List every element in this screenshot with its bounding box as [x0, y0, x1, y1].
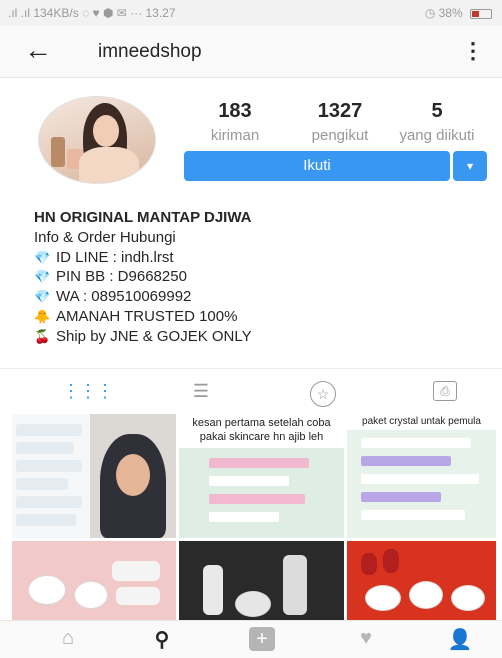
bio-line-text: PIN BB : D9668250 [56, 268, 187, 286]
plus-icon: + [249, 627, 275, 651]
bio-line-shipping: 🍒 Ship by JNE & GOJEK ONLY [34, 327, 474, 347]
chat-bubble [209, 512, 279, 522]
stat-following-label: yang diikuti [399, 127, 475, 144]
product-bottle [283, 555, 307, 615]
profile-bio: HN ORIGINAL MANTAP DJIWA Info & Order Hu… [34, 208, 474, 347]
post-thumbnail[interactable] [347, 541, 496, 621]
bottom-navigation: ⌂ ⚲ + ♥ 👤 [0, 620, 502, 658]
bio-line-text: Ship by JNE & GOJEK ONLY [56, 327, 252, 345]
tag-portrait-icon: ⎙ [433, 381, 457, 401]
profile-icon[interactable]: 👤 [442, 627, 478, 655]
product-jar [365, 585, 401, 611]
avatar-face [93, 115, 119, 147]
chat-bubble [16, 514, 76, 526]
battery-icon [470, 8, 492, 19]
chat-bubble [361, 474, 479, 484]
product-jar [74, 581, 108, 609]
gem-icon: 💎 [34, 249, 51, 265]
profile-stats: 183 kiriman 1327 pengikut 5 yang diikuti [196, 100, 492, 150]
product-bottle [383, 549, 399, 573]
product-bottle [203, 565, 223, 615]
chat-bubble [361, 492, 441, 502]
customer-selfie [90, 414, 176, 538]
chick-icon: 🐥 [34, 308, 51, 324]
bio-line-info: Info & Order Hubungi [34, 228, 474, 248]
bio-line-text: WA : 089510069992 [56, 288, 192, 306]
selfie-face [116, 454, 150, 496]
post-caption: paket crystal untak pemula [347, 414, 496, 430]
stat-followers-count: 1327 [317, 100, 363, 122]
stat-posts-count: 183 [218, 100, 252, 122]
stat-following-count: 5 [431, 100, 443, 122]
bio-line-pin-bb: 💎 PIN BB : D9668250 [34, 267, 474, 287]
product-jar [28, 575, 66, 605]
search-icon[interactable]: ⚲ [144, 627, 180, 655]
product-tube [116, 587, 160, 605]
avatar-shoulders [79, 147, 139, 183]
gem-icon: 💎 [34, 289, 51, 305]
post-thumbnail[interactable] [12, 414, 176, 538]
post-caption: kesan pertama setelah coba pakai skincar… [179, 414, 344, 448]
profile-username: imneedshop [98, 41, 202, 62]
stat-followers[interactable]: 1327 pengikut [294, 100, 386, 144]
cherry-icon: 🍒 [34, 328, 51, 344]
more-options-icon[interactable]: ⋮ [462, 38, 484, 64]
stat-followers-label: pengikut [311, 127, 369, 144]
chat-bubble [209, 494, 305, 504]
product-jar [235, 591, 271, 617]
post-thumbnail[interactable]: paket crystal untak pemula [347, 414, 496, 538]
status-bar-right: ◷ 38% [425, 6, 492, 20]
grid-view-icon[interactable]: ⋮⋮⋮ [62, 381, 114, 403]
bio-line-text: ID LINE : indh.lrst [56, 248, 174, 266]
bio-line-wa: 💎 WA : 089510069992 [34, 287, 474, 307]
product-bottle [361, 553, 377, 575]
product-tube [112, 561, 160, 581]
bio-line-line-id: 💎 ID LINE : indh.lrst [34, 248, 474, 268]
heart-icon[interactable]: ♥ [348, 627, 384, 655]
post-grid: kesan pertama setelah coba pakai skincar… [12, 414, 496, 621]
star-icon: ☆ [310, 381, 336, 407]
chat-bubble [16, 460, 82, 472]
home-icon[interactable]: ⌂ [50, 627, 86, 655]
status-bar-left: .ıl .ıl 134KB/s ◌ ♥ ⬢ ✉ ··· 13.27 [8, 6, 176, 20]
chat-bubble [209, 458, 309, 468]
bio-line-trusted: 🐥 AMANAH TRUSTED 100% [34, 307, 474, 327]
chevron-down-icon: ▾ [466, 159, 474, 173]
bio-line-text: Info & Order Hubungi [34, 228, 176, 246]
chat-bubble [361, 456, 451, 466]
tagged-photos-icon[interactable]: ⎙ [430, 381, 460, 403]
chat-bubble [16, 424, 82, 436]
list-view-icon[interactable]: ☰ [186, 381, 216, 403]
back-arrow-icon[interactable]: ← [24, 36, 52, 64]
stat-posts[interactable]: 183 kiriman [196, 100, 274, 144]
status-bar: .ıl .ıl 134KB/s ◌ ♥ ⬢ ✉ ··· 13.27 ◷ 38% [0, 0, 502, 26]
suggested-dropdown-button[interactable]: ▾ [453, 151, 487, 181]
profile-view-tabs: ⋮⋮⋮ ☰ ☆ ⎙ [0, 368, 502, 414]
bio-name: HN ORIGINAL MANTAP DJIWA [34, 209, 252, 226]
chat-bubble [361, 438, 471, 448]
product-jar [409, 581, 443, 609]
add-post-button[interactable]: + [244, 627, 280, 655]
top-header: ← imneedshop ⋮ [0, 26, 502, 78]
post-thumbnail[interactable] [179, 541, 344, 621]
stat-following[interactable]: 5 yang diikuti [388, 100, 486, 144]
stat-posts-label: kiriman [210, 127, 260, 144]
chat-bubble [16, 496, 82, 508]
chat-bubble [209, 476, 289, 486]
chat-bubble [16, 478, 68, 490]
product-jar [451, 585, 485, 611]
post-thumbnail[interactable]: kesan pertama setelah coba pakai skincar… [179, 414, 344, 538]
battery-percentage: ◷ 38% [424, 6, 463, 20]
follow-button[interactable]: Ikuti [184, 151, 450, 181]
profile-avatar[interactable] [38, 96, 156, 184]
saved-star-icon[interactable]: ☆ [308, 381, 338, 407]
avatar-product-bottle [51, 137, 65, 167]
bio-line-text: AMANAH TRUSTED 100% [56, 307, 238, 325]
chat-bubble [16, 442, 74, 454]
post-thumbnail[interactable] [12, 541, 176, 621]
gem-icon: 💎 [34, 269, 51, 285]
chat-bubble [361, 510, 465, 520]
chat-screenshot [12, 414, 90, 538]
